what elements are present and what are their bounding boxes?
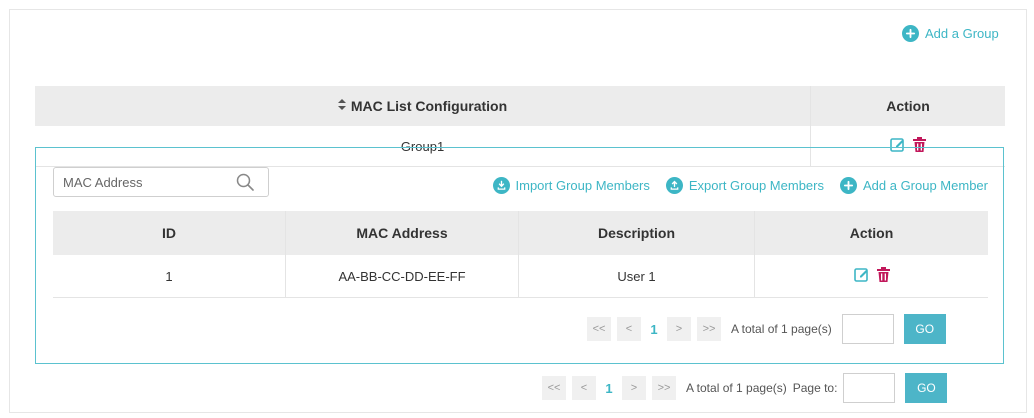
member-id: 1 (53, 255, 286, 297)
members-table-header: ID MAC Address Description Action (53, 211, 988, 255)
add-group-label: Add a Group (925, 26, 999, 41)
plus-circle-icon (902, 25, 919, 42)
page-total: A total of 1 page(s) (686, 381, 787, 395)
mac-list-config-header[interactable]: MAC List Configuration (35, 86, 811, 126)
import-members-button[interactable]: Import Group Members (492, 177, 650, 194)
page-total: A total of 1 page(s) (731, 322, 832, 336)
mac-list-config-label: MAC List Configuration (350, 98, 508, 114)
add-group-button[interactable]: Add a Group (902, 25, 999, 42)
id-column-header: ID (53, 211, 286, 255)
next-page-button[interactable]: > (667, 317, 691, 341)
page-to-label: Page to: (792, 381, 838, 395)
page-input[interactable] (843, 373, 896, 403)
current-page[interactable]: 1 (602, 381, 616, 396)
trash-icon[interactable] (876, 267, 890, 285)
member-description: User 1 (519, 255, 755, 297)
mac-column-header: MAC Address (286, 211, 519, 255)
member-mac: AA-BB-CC-DD-EE-FF (286, 255, 519, 297)
sort-icon[interactable] (337, 99, 346, 113)
prev-page-button[interactable]: < (617, 317, 641, 341)
groups-pagination: << < 1 > >> A total of 1 page(s) Page to… (542, 373, 948, 403)
import-members-label: Import Group Members (515, 178, 650, 193)
group-members-panel: Import Group Members Export Group Member… (35, 147, 1004, 364)
add-member-label: Add a Group Member (862, 178, 988, 193)
description-column-header: Description (519, 211, 755, 255)
members-table: ID MAC Address Description Action 1 AA-B… (53, 211, 988, 298)
upload-circle-icon (665, 177, 683, 194)
member-toolbar: Import Group Members Export Group Member… (492, 177, 988, 194)
last-page-button[interactable]: >> (652, 376, 676, 400)
first-page-button[interactable]: << (542, 376, 566, 400)
edit-icon[interactable] (853, 267, 869, 285)
member-actions (755, 255, 988, 297)
page-input[interactable] (841, 314, 894, 344)
first-page-button[interactable]: << (587, 317, 611, 341)
go-button[interactable]: GO (903, 314, 946, 344)
export-members-label: Export Group Members (688, 178, 824, 193)
action-header: Action (886, 98, 930, 114)
mac-search-box[interactable] (53, 167, 269, 197)
export-members-button[interactable]: Export Group Members (665, 177, 824, 194)
outer-table-header: MAC List Configuration Action (35, 86, 1005, 126)
current-page[interactable]: 1 (647, 322, 661, 337)
last-page-button[interactable]: >> (697, 317, 721, 341)
prev-page-button[interactable]: < (572, 376, 596, 400)
members-pagination: << < 1 > >> A total of 1 page(s) GO (587, 314, 946, 344)
go-button[interactable]: GO (905, 373, 948, 403)
add-member-button[interactable]: Add a Group Member (839, 177, 988, 194)
next-page-button[interactable]: > (622, 376, 646, 400)
table-row[interactable]: 1 AA-BB-CC-DD-EE-FF User 1 (53, 255, 988, 298)
mac-search-input[interactable] (54, 173, 235, 191)
search-icon[interactable] (236, 173, 254, 194)
plus-circle-icon (839, 177, 857, 194)
action-column-header: Action (849, 225, 894, 241)
download-circle-icon (492, 177, 510, 194)
